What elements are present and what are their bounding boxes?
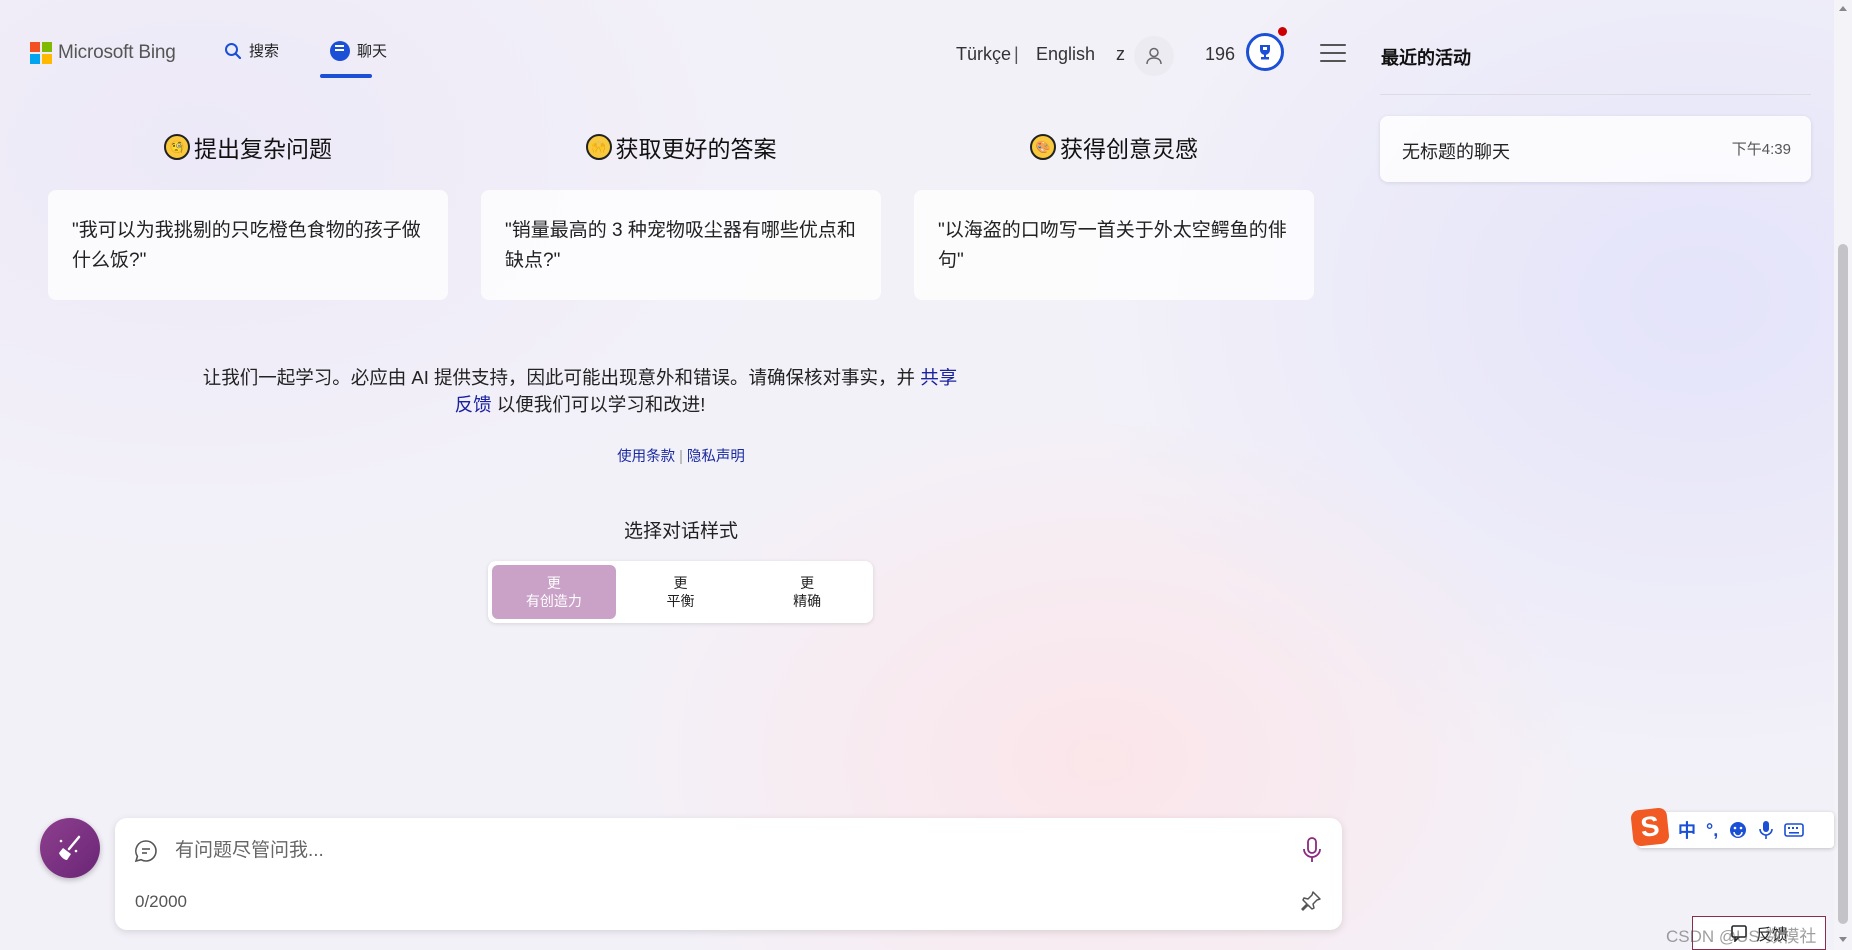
broom-icon <box>59 835 81 860</box>
feedback-label: 反馈 <box>1755 927 1788 944</box>
disclaimer-text: 让我们一起学习。必应由 AI 提供支持，因此可能出现意外和错误。请确保核对事实，… <box>202 367 916 388</box>
page-scrollbar[interactable] <box>1834 0 1852 950</box>
recent-activity-panel: 最近的活动 无标题的聊天 下午4:39 <box>1380 0 1812 950</box>
category-title-creative: 🎨 获得创意灵感 <box>914 130 1314 164</box>
example-card-creative[interactable]: "以海盗的口吻写一首关于外太空鳄鱼的俳句" <box>914 190 1314 300</box>
menu-icon[interactable] <box>1320 44 1346 62</box>
disclaimer: 让我们一起学习。必应由 AI 提供支持，因此可能出现意外和错误。请确保核对事实，… <box>200 364 960 418</box>
scrollbar-thumb[interactable] <box>1838 244 1848 924</box>
category-title-text: 获得创意灵感 <box>1060 136 1198 162</box>
search-icon <box>225 42 242 59</box>
style-label-bottom: 有创造力 <box>525 593 582 609</box>
lang-turkish-link[interactable]: Türkçe <box>956 44 1011 65</box>
ime-punctuation[interactable]: °, <box>1706 820 1718 841</box>
link-separator: | <box>679 449 683 465</box>
chat-icon <box>330 40 350 61</box>
emoji-icon[interactable] <box>1728 820 1748 840</box>
recent-activity-title: 最近的活动 <box>1381 48 1471 68</box>
scroll-down-arrow-icon[interactable] <box>1839 937 1847 942</box>
user-icon <box>1146 47 1162 65</box>
style-balanced-button[interactable]: 更 平衡 <box>619 565 743 619</box>
category-title-complex: 🧐 提出复杂问题 <box>48 130 448 164</box>
disclaimer-tail: 以便我们可以学习和改进! <box>496 394 706 415</box>
style-creative-button[interactable]: 更 有创造力 <box>492 565 616 619</box>
nav-chat-label: 聊天 <box>357 43 388 60</box>
rewards-points: 196 <box>1205 44 1236 64</box>
example-card-answers[interactable]: "销量最高的 3 种宠物吸尘器有哪些优点和缺点?" <box>481 190 881 300</box>
notification-dot <box>1278 27 1287 36</box>
panel-divider <box>1380 94 1811 95</box>
category-title-text: 获取更好的答案 <box>615 136 777 162</box>
conversation-style-toggle: 更 有创造力 更 平衡 更 精确 <box>488 561 873 623</box>
scroll-up-arrow-icon[interactable] <box>1839 6 1847 11</box>
user-initial[interactable]: z <box>1116 44 1125 65</box>
nav-active-indicator <box>320 74 372 78</box>
lang-separator: | <box>1014 44 1019 64</box>
chat-composer: 0/2000 <box>115 818 1342 930</box>
trophy-icon <box>1260 45 1270 60</box>
lang-english-link[interactable]: English <box>1036 44 1095 65</box>
chat-outline-icon <box>134 840 157 863</box>
feedback-icon <box>1731 925 1747 942</box>
conversation-style-title: 选择对话样式 <box>623 521 738 542</box>
new-topic-button[interactable] <box>40 818 100 878</box>
terms-link[interactable]: 使用条款 <box>617 449 675 465</box>
style-label-top: 更 <box>546 575 561 591</box>
ime-microphone-icon[interactable] <box>1758 820 1774 840</box>
activity-title: 无标题的聊天 <box>1402 142 1510 162</box>
thinking-face-icon: 🧐 <box>164 134 190 160</box>
style-label-bottom: 精确 <box>793 593 822 609</box>
bing-logo[interactable]: Microsoft Bing <box>30 42 176 64</box>
style-label-top: 更 <box>800 575 815 591</box>
sogou-logo-icon[interactable]: S <box>1630 807 1670 847</box>
legal-links: 使用条款 | 隐私声明 <box>0 445 1362 466</box>
activity-time: 下午4:39 <box>1731 141 1791 158</box>
nav-search[interactable]: 搜索 <box>224 40 279 61</box>
example-card-complex[interactable]: "我可以为我挑剔的只吃橙色食物的孩子做什么饭?" <box>48 190 448 300</box>
top-header: Microsoft Bing 搜索 聊天 Türkçe | English z … <box>0 0 1360 100</box>
ime-chinese-mode[interactable]: 中 <box>1678 817 1696 843</box>
raising-hands-icon: 🙌 <box>585 134 612 160</box>
privacy-link[interactable]: 隐私声明 <box>687 449 745 465</box>
recent-activity-item[interactable]: 无标题的聊天 下午4:39 <box>1380 116 1811 182</box>
palette-icon: 🎨 <box>1030 134 1056 160</box>
nav-search-label: 搜索 <box>249 43 280 60</box>
feedback-button[interactable]: 反馈 <box>1692 916 1826 950</box>
chat-input[interactable] <box>175 834 1255 868</box>
microphone-icon[interactable] <box>1302 836 1322 864</box>
category-title-answers: 🙌 获取更好的答案 <box>481 130 881 164</box>
nav-chat[interactable]: 聊天 <box>330 40 387 61</box>
rewards-button[interactable] <box>1246 33 1284 71</box>
brand-name: Microsoft Bing <box>58 42 176 63</box>
char-counter: 0/2000 <box>135 892 187 911</box>
style-label-top: 更 <box>673 575 688 591</box>
style-precise-button[interactable]: 更 精确 <box>745 565 869 619</box>
category-title-text: 提出复杂问题 <box>194 136 332 162</box>
keyboard-icon[interactable] <box>1784 822 1805 838</box>
avatar[interactable] <box>1134 36 1174 76</box>
microsoft-logo-icon <box>30 42 52 64</box>
style-label-bottom: 平衡 <box>666 593 695 609</box>
pin-icon[interactable] <box>1300 890 1322 912</box>
ime-toolbar: S 中 °, <box>1630 807 1834 848</box>
